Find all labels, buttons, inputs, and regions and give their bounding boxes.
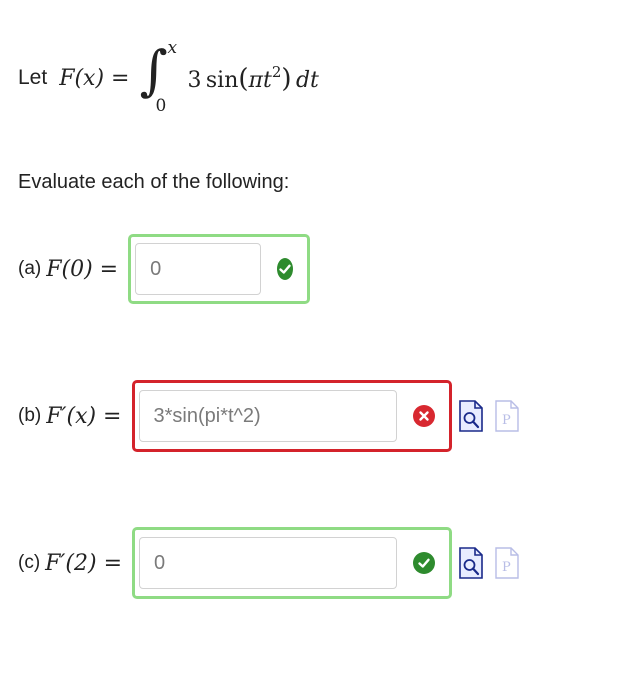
- part-c-label: (c): [18, 552, 41, 573]
- x-circle-icon: [412, 405, 435, 427]
- check-circle-icon: [413, 552, 436, 574]
- part-a-answer-container: [128, 234, 311, 304]
- part-c: (c) F′(2) = P: [18, 527, 530, 599]
- document-preview-icon[interactable]: [458, 546, 484, 580]
- part-c-expression: F′(2) =: [45, 550, 123, 576]
- document-preview-icon[interactable]: [458, 399, 484, 433]
- part-b-answer-input[interactable]: [138, 390, 397, 442]
- document-p-icon[interactable]: P: [494, 399, 520, 433]
- integrand-coefficient: 3: [187, 67, 202, 93]
- integrand-pi: π: [248, 67, 263, 93]
- svg-text:P: P: [502, 413, 511, 428]
- let-label: Let: [18, 66, 48, 89]
- part-b-expression: F′(x) =: [46, 403, 122, 429]
- part-b-answer-container: [131, 380, 452, 452]
- integrand-variable: t: [263, 67, 272, 93]
- function-lhs: F(x) =: [59, 65, 130, 91]
- problem-statement: Let F(x) = ∫ x 0 3 sin(πt2) dt: [18, 38, 319, 118]
- part-c-answer-input[interactable]: [139, 537, 398, 589]
- part-b: (b) F′(x) = P: [18, 380, 530, 452]
- part-a-label: (a): [18, 258, 42, 279]
- part-c-answer-container: [132, 527, 453, 599]
- part-a-expression: F(0) =: [46, 256, 119, 282]
- part-b-tools: P: [458, 399, 530, 433]
- integrand-exponent: 2: [271, 62, 282, 81]
- part-a-answer-input[interactable]: [135, 243, 262, 295]
- part-b-label: (b): [18, 405, 42, 426]
- svg-text:P: P: [502, 560, 511, 575]
- integral-upper-limit: x: [167, 38, 178, 58]
- instruction-text: Evaluate each of the following:: [18, 171, 290, 193]
- check-circle-icon: [277, 258, 294, 280]
- differential: dt: [295, 67, 319, 93]
- integral-lower-limit: 0: [155, 96, 167, 116]
- part-a: (a) F(0) =: [18, 234, 311, 304]
- integrand: 3 sin(πt2) dt: [187, 62, 319, 94]
- part-c-tools: P: [458, 546, 530, 580]
- integral-sign: ∫ x 0: [139, 38, 178, 116]
- document-p-icon[interactable]: P: [494, 546, 520, 580]
- integrand-function: sin: [205, 67, 239, 93]
